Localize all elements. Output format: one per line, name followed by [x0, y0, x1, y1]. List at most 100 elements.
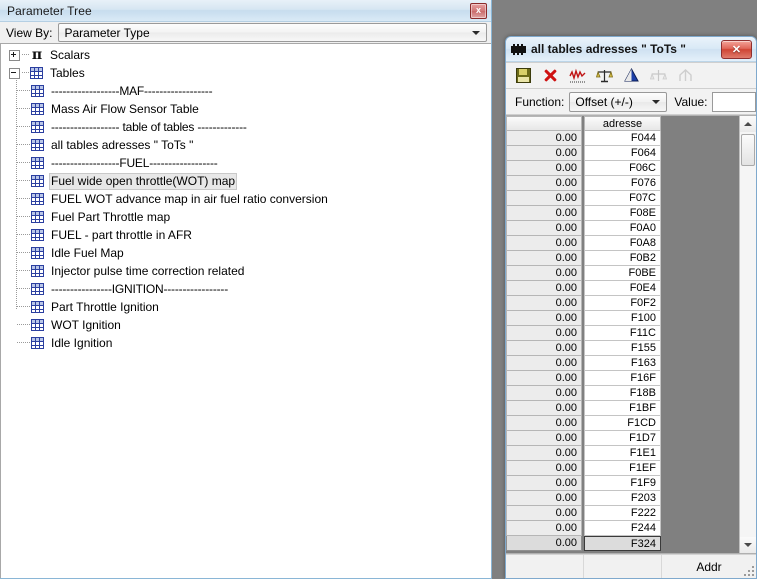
- cell-value[interactable]: 0.00: [506, 491, 582, 506]
- table-row[interactable]: 0.00F324: [506, 536, 739, 551]
- table-row[interactable]: 0.00F0E4: [506, 281, 739, 296]
- cell-value[interactable]: 0.00: [506, 221, 582, 236]
- tree-item[interactable]: FUEL WOT advance map in air fuel ratio c…: [1, 190, 491, 208]
- value-input[interactable]: [712, 92, 757, 112]
- cell-value[interactable]: 0.00: [506, 506, 582, 521]
- cell-adresse[interactable]: F0A0: [584, 221, 661, 236]
- tree-item[interactable]: Fuel wide open throttle(WOT) map: [1, 172, 491, 190]
- cell-value[interactable]: 0.00: [506, 296, 582, 311]
- cell-value[interactable]: 0.00: [506, 251, 582, 266]
- collapse-icon[interactable]: [9, 68, 20, 79]
- cell-adresse[interactable]: F1D7: [584, 431, 661, 446]
- cell-value[interactable]: 0.00: [506, 281, 582, 296]
- table-row[interactable]: 0.00F1EF: [506, 461, 739, 476]
- delta-icon[interactable]: [623, 67, 640, 84]
- cell-adresse[interactable]: F0F2: [584, 296, 661, 311]
- tree-item[interactable]: ------------------MAF------------------: [1, 82, 491, 100]
- cell-adresse[interactable]: F1E1: [584, 446, 661, 461]
- table-row[interactable]: 0.00F163: [506, 356, 739, 371]
- table-row[interactable]: 0.00F1BF: [506, 401, 739, 416]
- cell-value[interactable]: 0.00: [506, 536, 582, 551]
- cell-adresse[interactable]: F324: [584, 536, 661, 551]
- table-row[interactable]: 0.00F203: [506, 491, 739, 506]
- table-row[interactable]: 0.00F044: [506, 131, 739, 146]
- cell-value[interactable]: 0.00: [506, 461, 582, 476]
- tree-item[interactable]: πScalars: [1, 46, 491, 64]
- cell-value[interactable]: 0.00: [506, 431, 582, 446]
- tree-item[interactable]: all tables adresses " ToTs ": [1, 136, 491, 154]
- view-by-select[interactable]: Parameter Type: [58, 23, 487, 42]
- cell-adresse[interactable]: F18B: [584, 386, 661, 401]
- cell-value[interactable]: 0.00: [506, 521, 582, 536]
- cell-value[interactable]: 0.00: [506, 476, 582, 491]
- cell-value[interactable]: 0.00: [506, 386, 582, 401]
- resize-grip[interactable]: [742, 564, 754, 576]
- table-row[interactable]: 0.00F100: [506, 311, 739, 326]
- cell-value[interactable]: 0.00: [506, 356, 582, 371]
- table-row[interactable]: 0.00F244: [506, 521, 739, 536]
- cell-value[interactable]: 0.00: [506, 326, 582, 341]
- tree-item[interactable]: WOT Ignition: [1, 316, 491, 334]
- expand-icon[interactable]: [9, 50, 20, 61]
- tree-item[interactable]: Fuel Part Throttle map: [1, 208, 491, 226]
- table-row[interactable]: 0.00F1E1: [506, 446, 739, 461]
- cell-adresse[interactable]: F244: [584, 521, 661, 536]
- cell-value[interactable]: 0.00: [506, 401, 582, 416]
- cell-adresse[interactable]: F222: [584, 506, 661, 521]
- close-icon[interactable]: x: [470, 3, 487, 19]
- cell-value[interactable]: 0.00: [506, 206, 582, 221]
- cell-adresse[interactable]: F163: [584, 356, 661, 371]
- graph-icon[interactable]: [569, 67, 586, 84]
- scales-icon[interactable]: [596, 67, 613, 84]
- cell-adresse[interactable]: F203: [584, 491, 661, 506]
- cell-adresse[interactable]: F1F9: [584, 476, 661, 491]
- cell-value[interactable]: 0.00: [506, 176, 582, 191]
- cell-adresse[interactable]: F11C: [584, 326, 661, 341]
- table-row[interactable]: 0.00F222: [506, 506, 739, 521]
- cell-adresse[interactable]: F08E: [584, 206, 661, 221]
- cell-adresse[interactable]: F1CD: [584, 416, 661, 431]
- table-row[interactable]: 0.00F0B2: [506, 251, 739, 266]
- cell-adresse[interactable]: F1EF: [584, 461, 661, 476]
- cell-adresse[interactable]: F064: [584, 146, 661, 161]
- cell-adresse[interactable]: F0E4: [584, 281, 661, 296]
- cell-adresse[interactable]: F155: [584, 341, 661, 356]
- cell-adresse[interactable]: F044: [584, 131, 661, 146]
- table-row[interactable]: 0.00F1D7: [506, 431, 739, 446]
- cell-adresse[interactable]: F076: [584, 176, 661, 191]
- cell-value[interactable]: 0.00: [506, 266, 582, 281]
- tree-item[interactable]: Part Throttle Ignition: [1, 298, 491, 316]
- table-row[interactable]: 0.00F0BE: [506, 266, 739, 281]
- scroll-up-button[interactable]: [740, 116, 756, 132]
- parameter-tree-list[interactable]: πScalarsTables------------------MAF-----…: [0, 43, 491, 578]
- table-row[interactable]: 0.00F076: [506, 176, 739, 191]
- table-row[interactable]: 0.00F0F2: [506, 296, 739, 311]
- tree-item[interactable]: Idle Ignition: [1, 334, 491, 352]
- cell-value[interactable]: 0.00: [506, 341, 582, 356]
- tree-item[interactable]: FUEL - part throttle in AFR: [1, 226, 491, 244]
- tree-item[interactable]: ------------------ table of tables -----…: [1, 118, 491, 136]
- cell-adresse[interactable]: F0BE: [584, 266, 661, 281]
- cell-adresse[interactable]: F0A8: [584, 236, 661, 251]
- function-select[interactable]: Offset (+/-): [569, 92, 667, 112]
- cell-value[interactable]: 0.00: [506, 236, 582, 251]
- cell-value[interactable]: 0.00: [506, 371, 582, 386]
- table-row[interactable]: 0.00F08E: [506, 206, 739, 221]
- table-row[interactable]: 0.00F16F: [506, 371, 739, 386]
- save-icon[interactable]: [515, 67, 532, 84]
- cell-value[interactable]: 0.00: [506, 161, 582, 176]
- tree-item[interactable]: Injector pulse time correction related: [1, 262, 491, 280]
- cell-value[interactable]: 0.00: [506, 311, 582, 326]
- tots-grid[interactable]: adresse 0.00F0440.00F0640.00F06C0.00F076…: [506, 116, 739, 553]
- table-row[interactable]: 0.00F0A8: [506, 236, 739, 251]
- cell-adresse[interactable]: F07C: [584, 191, 661, 206]
- cell-value[interactable]: 0.00: [506, 191, 582, 206]
- table-row[interactable]: 0.00F1CD: [506, 416, 739, 431]
- tree-item[interactable]: Tables: [1, 64, 491, 82]
- table-row[interactable]: 0.00F06C: [506, 161, 739, 176]
- table-row[interactable]: 0.00F07C: [506, 191, 739, 206]
- delete-icon[interactable]: [542, 67, 559, 84]
- cell-adresse[interactable]: F06C: [584, 161, 661, 176]
- vertical-scrollbar[interactable]: [739, 116, 756, 553]
- scrollbar-track[interactable]: [740, 132, 756, 537]
